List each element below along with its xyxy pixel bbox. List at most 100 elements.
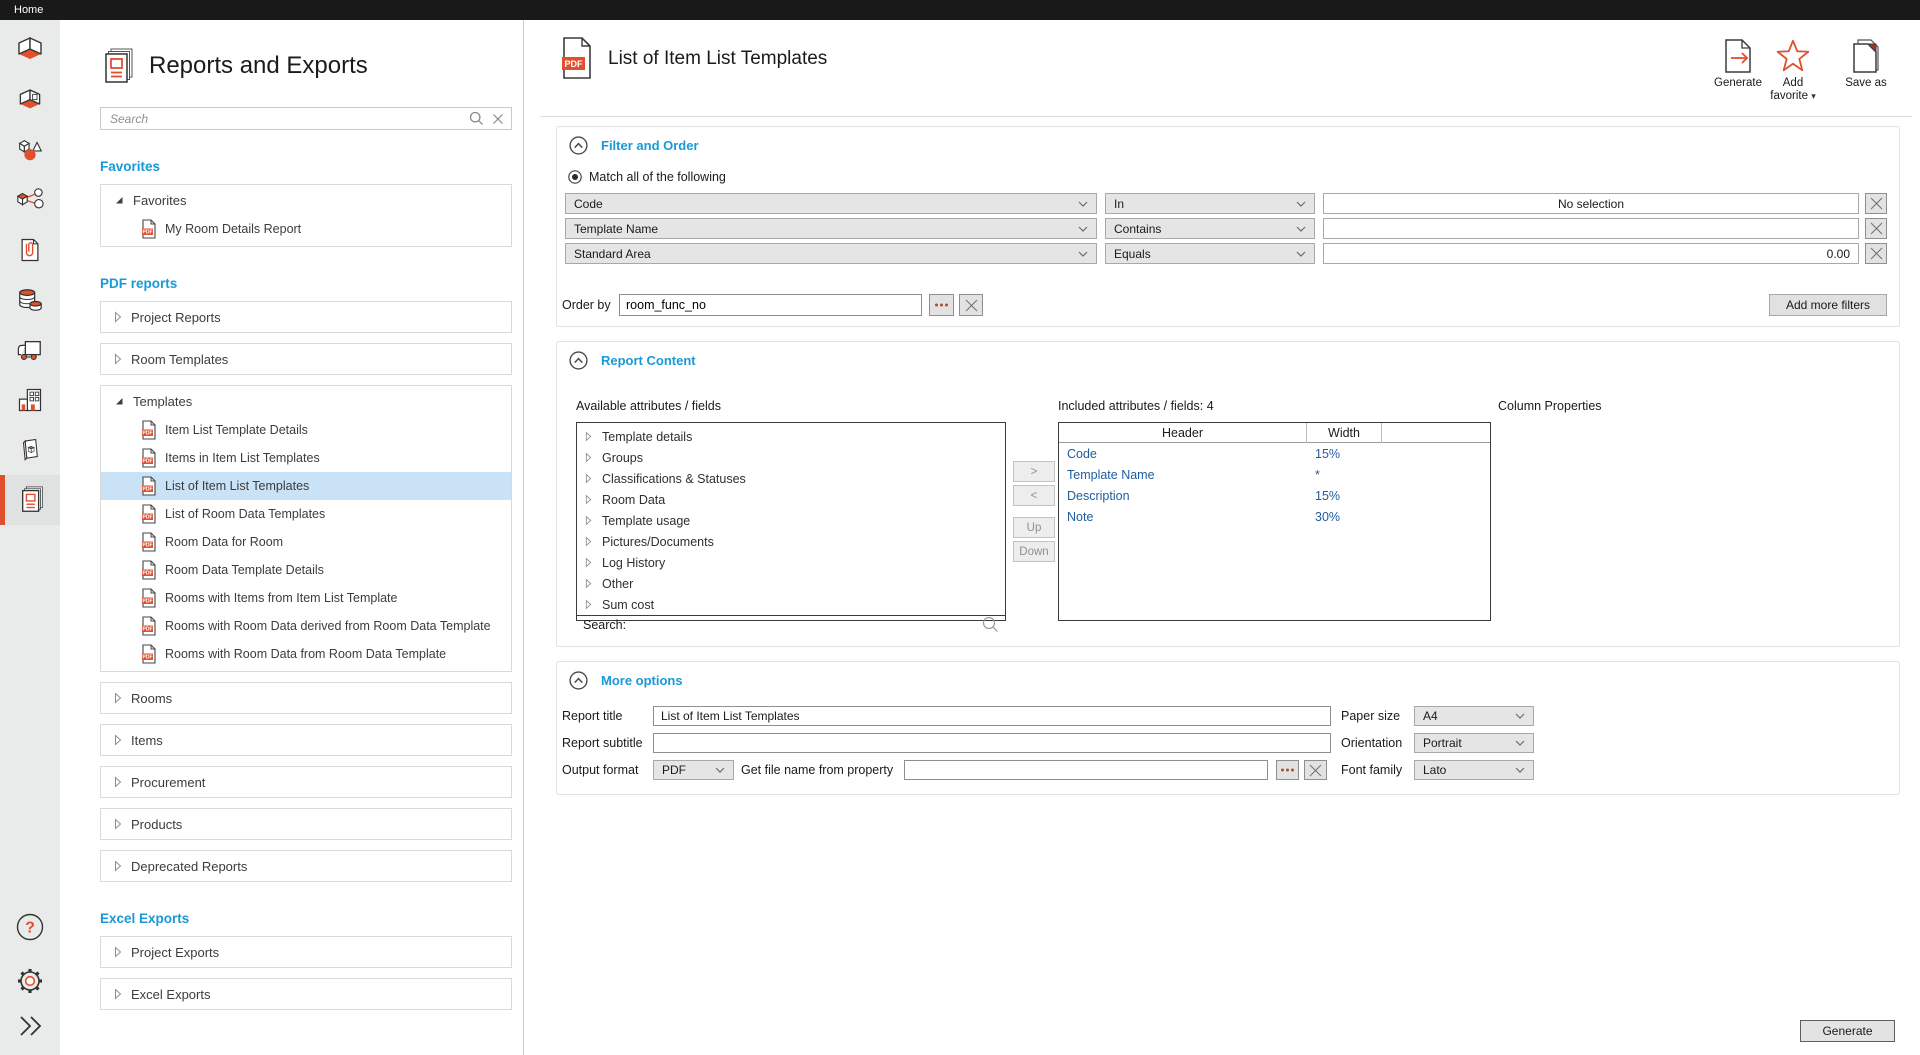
attribute-group-groups[interactable]: Groups: [577, 447, 1005, 468]
filter-value-field[interactable]: No selection: [1323, 193, 1859, 214]
attribute-group-template-usage[interactable]: Template usage: [577, 510, 1005, 531]
nav-reports[interactable]: [0, 475, 60, 525]
attribute-group-sum-cost[interactable]: Sum cost: [577, 594, 1005, 615]
nav-buildings[interactable]: [0, 375, 60, 425]
attribute-group-pictures-documents[interactable]: Pictures/Documents: [577, 531, 1005, 552]
chevron-down-icon: [1296, 226, 1306, 232]
nav-finance[interactable]: [0, 275, 60, 325]
sidebar-item-room-data-for-room[interactable]: PDF Room Data for Room: [101, 528, 511, 556]
move-down-button[interactable]: Down: [1013, 541, 1055, 562]
filter-operator-select[interactable]: Contains: [1105, 218, 1315, 239]
collapse-section-icon[interactable]: [569, 671, 588, 690]
group-label: Favorites: [133, 193, 186, 208]
order-by-browse-button[interactable]: [929, 294, 954, 316]
filter-value-field[interactable]: 0.00: [1323, 243, 1859, 264]
move-right-button[interactable]: >: [1013, 461, 1055, 482]
filter-attribute-select[interactable]: Template Name: [565, 218, 1097, 239]
paper-size-select[interactable]: A4: [1414, 706, 1534, 726]
sidebar-item-list-of-item-list-templates[interactable]: PDF List of Item List Templates: [101, 472, 511, 500]
orientation-select[interactable]: Portrait: [1414, 733, 1534, 753]
orientation-label: Orientation: [1341, 733, 1402, 753]
remove-filter-button[interactable]: [1865, 243, 1887, 264]
column-header[interactable]: Header: [1059, 423, 1307, 443]
attribute-group-classifications[interactable]: Classifications & Statuses: [577, 468, 1005, 489]
order-by-clear-button[interactable]: [959, 294, 983, 316]
save-as-button[interactable]: Save as: [1829, 38, 1903, 90]
group-header[interactable]: Rooms: [101, 683, 511, 713]
nav-rooms[interactable]: [0, 25, 60, 75]
move-left-button[interactable]: <: [1013, 485, 1055, 506]
nav-documents[interactable]: [0, 225, 60, 275]
sidebar-item-item-list-template-details[interactable]: PDF Item List Template Details: [101, 416, 511, 444]
column-header[interactable]: Width: [1307, 423, 1382, 443]
group-rooms: Rooms: [100, 682, 512, 714]
filter-attribute-select[interactable]: Code: [565, 193, 1097, 214]
pdf-report-icon: PDF: [560, 36, 594, 80]
search-icon[interactable]: [469, 111, 484, 126]
table-row[interactable]: Code 15%: [1059, 443, 1490, 464]
group-header[interactable]: Items: [101, 725, 511, 755]
close-icon: [965, 299, 978, 312]
collapse-section-icon[interactable]: [569, 136, 588, 155]
sidebar-item-rooms-with-room-data[interactable]: PDF Rooms with Room Data from Room Data …: [101, 640, 511, 668]
group-header[interactable]: Templates: [101, 386, 511, 416]
nav-products[interactable]: [0, 175, 60, 225]
group-header[interactable]: Products: [101, 809, 511, 839]
sidebar-item-room-data-template-details[interactable]: PDF Room Data Template Details: [101, 556, 511, 584]
group-header[interactable]: Room Templates: [101, 344, 511, 374]
nav-catalog[interactable]: [0, 425, 60, 475]
report-subtitle-input[interactable]: [653, 733, 1331, 753]
sidebar-item-list-of-room-data-templates[interactable]: PDF List of Room Data Templates: [101, 500, 511, 528]
get-file-name-input[interactable]: [904, 760, 1268, 780]
group-header[interactable]: Procurement: [101, 767, 511, 797]
nav-logistics[interactable]: [0, 325, 60, 375]
attribute-group-other[interactable]: Other: [577, 573, 1005, 594]
get-file-name-clear-button[interactable]: [1304, 760, 1327, 780]
report-title-input[interactable]: List of Item List Templates: [653, 706, 1331, 726]
sidebar-item-rooms-with-items[interactable]: PDF Rooms with Items from Item List Temp…: [101, 584, 511, 612]
filter-value-field[interactable]: [1323, 218, 1859, 239]
sidebar-item-rooms-with-room-data-derived[interactable]: PDF Rooms with Room Data derived from Ro…: [101, 612, 511, 640]
group-header[interactable]: Deprecated Reports: [101, 851, 511, 881]
remove-filter-button[interactable]: [1865, 193, 1887, 214]
nav-items[interactable]: [0, 125, 60, 175]
filter-attribute-select[interactable]: Standard Area: [565, 243, 1097, 264]
group-header[interactable]: Project Reports: [101, 302, 511, 332]
sidebar-item-items-in-item-list-templates[interactable]: PDF Items in Item List Templates: [101, 444, 511, 472]
attribute-group-log-history[interactable]: Log History: [577, 552, 1005, 573]
add-more-filters-button[interactable]: Add more filters: [1769, 294, 1887, 316]
filter-operator-select[interactable]: Equals: [1105, 243, 1315, 264]
filter-operator-select[interactable]: In: [1105, 193, 1315, 214]
nav-settings[interactable]: [0, 956, 60, 1006]
get-file-name-browse-button[interactable]: [1276, 760, 1299, 780]
tree-collapsed-icon: [114, 692, 122, 704]
move-up-button[interactable]: Up: [1013, 517, 1055, 538]
tree-collapsed-icon: [114, 988, 122, 1000]
nav-help[interactable]: ?: [0, 902, 60, 952]
remove-filter-button[interactable]: [1865, 218, 1887, 239]
attribute-group-template-details[interactable]: Template details: [577, 426, 1005, 447]
attributes-search-row[interactable]: Search:: [577, 615, 1005, 633]
table-row[interactable]: Note 30%: [1059, 506, 1490, 527]
nav-expand[interactable]: [0, 1001, 60, 1051]
nav-room-data[interactable]: [0, 75, 60, 125]
table-row[interactable]: Template Name *: [1059, 464, 1490, 485]
clear-search-icon[interactable]: [492, 113, 504, 125]
home-menu[interactable]: Home: [14, 4, 43, 16]
sidebar-item-my-room-details-report[interactable]: PDF My Room Details Report: [101, 215, 511, 243]
output-format-select[interactable]: PDF: [653, 760, 734, 780]
search-input[interactable]: [108, 111, 461, 127]
order-by-input[interactable]: [619, 294, 922, 316]
group-header[interactable]: Project Exports: [101, 937, 511, 967]
add-favorite-button[interactable]: Add favorite ▾: [1756, 38, 1830, 103]
ellipsis-icon: [1280, 768, 1295, 772]
table-row[interactable]: Description 15%: [1059, 485, 1490, 506]
collapse-section-icon[interactable]: [569, 351, 588, 370]
attribute-group-room-data[interactable]: Room Data: [577, 489, 1005, 510]
group-project-exports: Project Exports: [100, 936, 512, 968]
favorites-group-header[interactable]: Favorites: [101, 185, 511, 215]
font-family-select[interactable]: Lato: [1414, 760, 1534, 780]
group-header[interactable]: Excel Exports: [101, 979, 511, 1009]
match-all-radio-row[interactable]: Match all of the following: [568, 170, 726, 184]
generate-button[interactable]: Generate: [1800, 1020, 1895, 1042]
